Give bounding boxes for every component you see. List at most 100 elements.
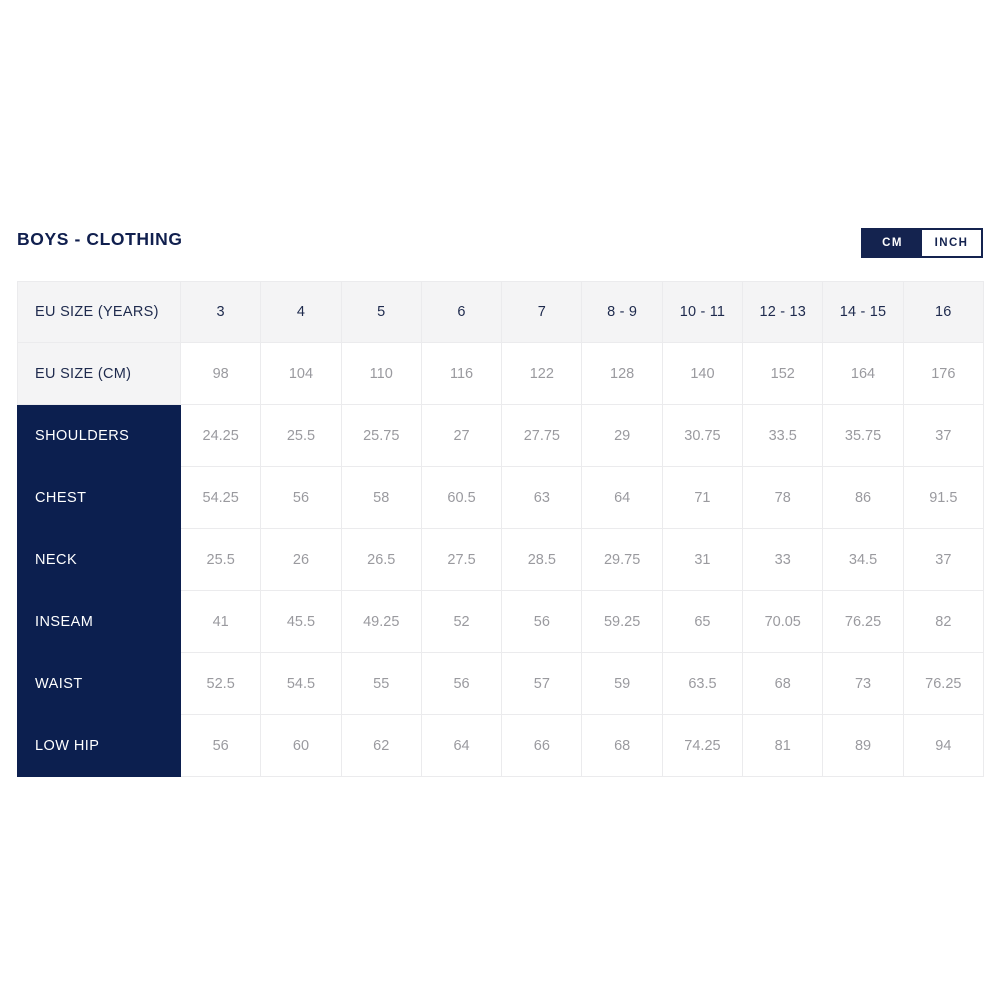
table-row: NECK 25.5 26 26.5 27.5 28.5 29.75 31 33 … [17,528,984,591]
table-cell: 91.5 [902,466,984,529]
unit-toggle[interactable]: CM INCH [861,228,983,258]
table-cell: 70.05 [742,590,824,653]
row-label-inseam: INSEAM [17,590,181,653]
table-cell: 66 [501,714,583,777]
page-title: BOYS - CLOTHING [17,229,183,249]
table-cell: 25.5 [260,404,342,467]
row-label-chest: CHEST [17,466,181,529]
table-cell: 56 [260,466,342,529]
table-cell: 52.5 [179,652,262,715]
table-cell: 26 [260,528,342,591]
column-header-size: 14 - 15 [822,281,904,343]
table-cell: 26.5 [340,528,422,591]
table-cell: 56 [501,590,583,653]
table-cell: 65 [661,590,744,653]
size-chart-page: BOYS - CLOTHING CM INCH EU SIZE (YEARS) … [0,0,1000,1000]
unit-toggle-option-inch[interactable]: INCH [922,230,981,256]
table-cell: 33 [742,528,824,591]
table-cell: 60 [260,714,342,777]
size-table: EU SIZE (YEARS) 3 4 5 6 7 8 - 9 10 - 11 … [17,281,984,777]
table-cell: 104 [260,342,342,405]
table-cell: 37 [902,404,984,467]
table-cell: 76.25 [822,590,904,653]
table-cell: 128 [581,342,663,405]
table-cell: 27.5 [420,528,503,591]
table-cell: 63 [501,466,583,529]
row-label-neck: NECK [17,528,181,591]
table-cell: 73 [822,652,904,715]
column-header-size: 8 - 9 [581,281,663,343]
table-cell: 116 [420,342,503,405]
row-label-waist: WAIST [17,652,181,715]
table-cell: 27.75 [501,404,583,467]
column-header-size: 10 - 11 [661,281,744,343]
table-cell: 54.5 [260,652,342,715]
table-cell: 98 [179,342,262,405]
table-cell: 29 [581,404,663,467]
table-cell: 41 [179,590,262,653]
table-cell: 122 [501,342,583,405]
chart-header: BOYS - CLOTHING CM INCH [17,226,983,270]
table-cell: 60.5 [420,466,503,529]
table-cell: 24.25 [179,404,262,467]
table-cell: 30.75 [661,404,744,467]
table-cell: 71 [661,466,744,529]
column-header-size: 4 [260,281,342,343]
table-cell: 76.25 [902,652,984,715]
table-row: CHEST 54.25 56 58 60.5 63 64 71 78 86 91… [17,466,984,529]
table-cell: 45.5 [260,590,342,653]
table-cell: 37 [902,528,984,591]
column-header-size: 6 [420,281,503,343]
table-cell: 25.75 [340,404,422,467]
table-cell: 68 [581,714,663,777]
unit-toggle-option-cm[interactable]: CM [863,230,922,256]
table-cell: 29.75 [581,528,663,591]
table-cell: 152 [742,342,824,405]
table-cell: 82 [902,590,984,653]
table-cell: 49.25 [340,590,422,653]
table-cell: 64 [420,714,503,777]
table-row: INSEAM 41 45.5 49.25 52 56 59.25 65 70.0… [17,590,984,653]
table-cell: 59 [581,652,663,715]
table-cell: 57 [501,652,583,715]
table-cell: 94 [902,714,984,777]
table-cell: 89 [822,714,904,777]
column-header-size: 3 [179,281,262,343]
size-table-container: EU SIZE (YEARS) 3 4 5 6 7 8 - 9 10 - 11 … [17,281,984,777]
row-label-low-hip: LOW HIP [17,714,181,777]
table-cell: 52 [420,590,503,653]
table-cell: 33.5 [742,404,824,467]
table-cell: 34.5 [822,528,904,591]
table-cell: 56 [179,714,262,777]
table-cell: 25.5 [179,528,262,591]
table-cell: 74.25 [661,714,744,777]
table-header-row-cm: EU SIZE (CM) 98 104 110 116 122 128 140 … [17,342,984,405]
table-cell: 28.5 [501,528,583,591]
column-header-size: 5 [340,281,422,343]
table-header-row-years: EU SIZE (YEARS) 3 4 5 6 7 8 - 9 10 - 11 … [17,281,984,343]
table-cell: 55 [340,652,422,715]
column-header-size: 12 - 13 [742,281,824,343]
table-cell: 176 [902,342,984,405]
table-cell: 86 [822,466,904,529]
table-cell: 68 [742,652,824,715]
table-cell: 140 [661,342,744,405]
table-row: LOW HIP 56 60 62 64 66 68 74.25 81 89 94 [17,714,984,777]
row-label-shoulders: SHOULDERS [17,404,181,467]
row-header-label-eu-size-cm: EU SIZE (CM) [17,342,181,405]
table-cell: 62 [340,714,422,777]
table-cell: 59.25 [581,590,663,653]
table-cell: 110 [340,342,422,405]
table-row: SHOULDERS 24.25 25.5 25.75 27 27.75 29 3… [17,404,984,467]
column-header-size: 16 [902,281,984,343]
table-cell: 54.25 [179,466,262,529]
table-cell: 63.5 [661,652,744,715]
table-cell: 27 [420,404,503,467]
table-cell: 58 [340,466,422,529]
table-row: WAIST 52.5 54.5 55 56 57 59 63.5 68 73 7… [17,652,984,715]
table-cell: 81 [742,714,824,777]
row-header-label-eu-size-years: EU SIZE (YEARS) [17,281,181,343]
table-cell: 35.75 [822,404,904,467]
column-header-size: 7 [501,281,583,343]
table-cell: 56 [420,652,503,715]
